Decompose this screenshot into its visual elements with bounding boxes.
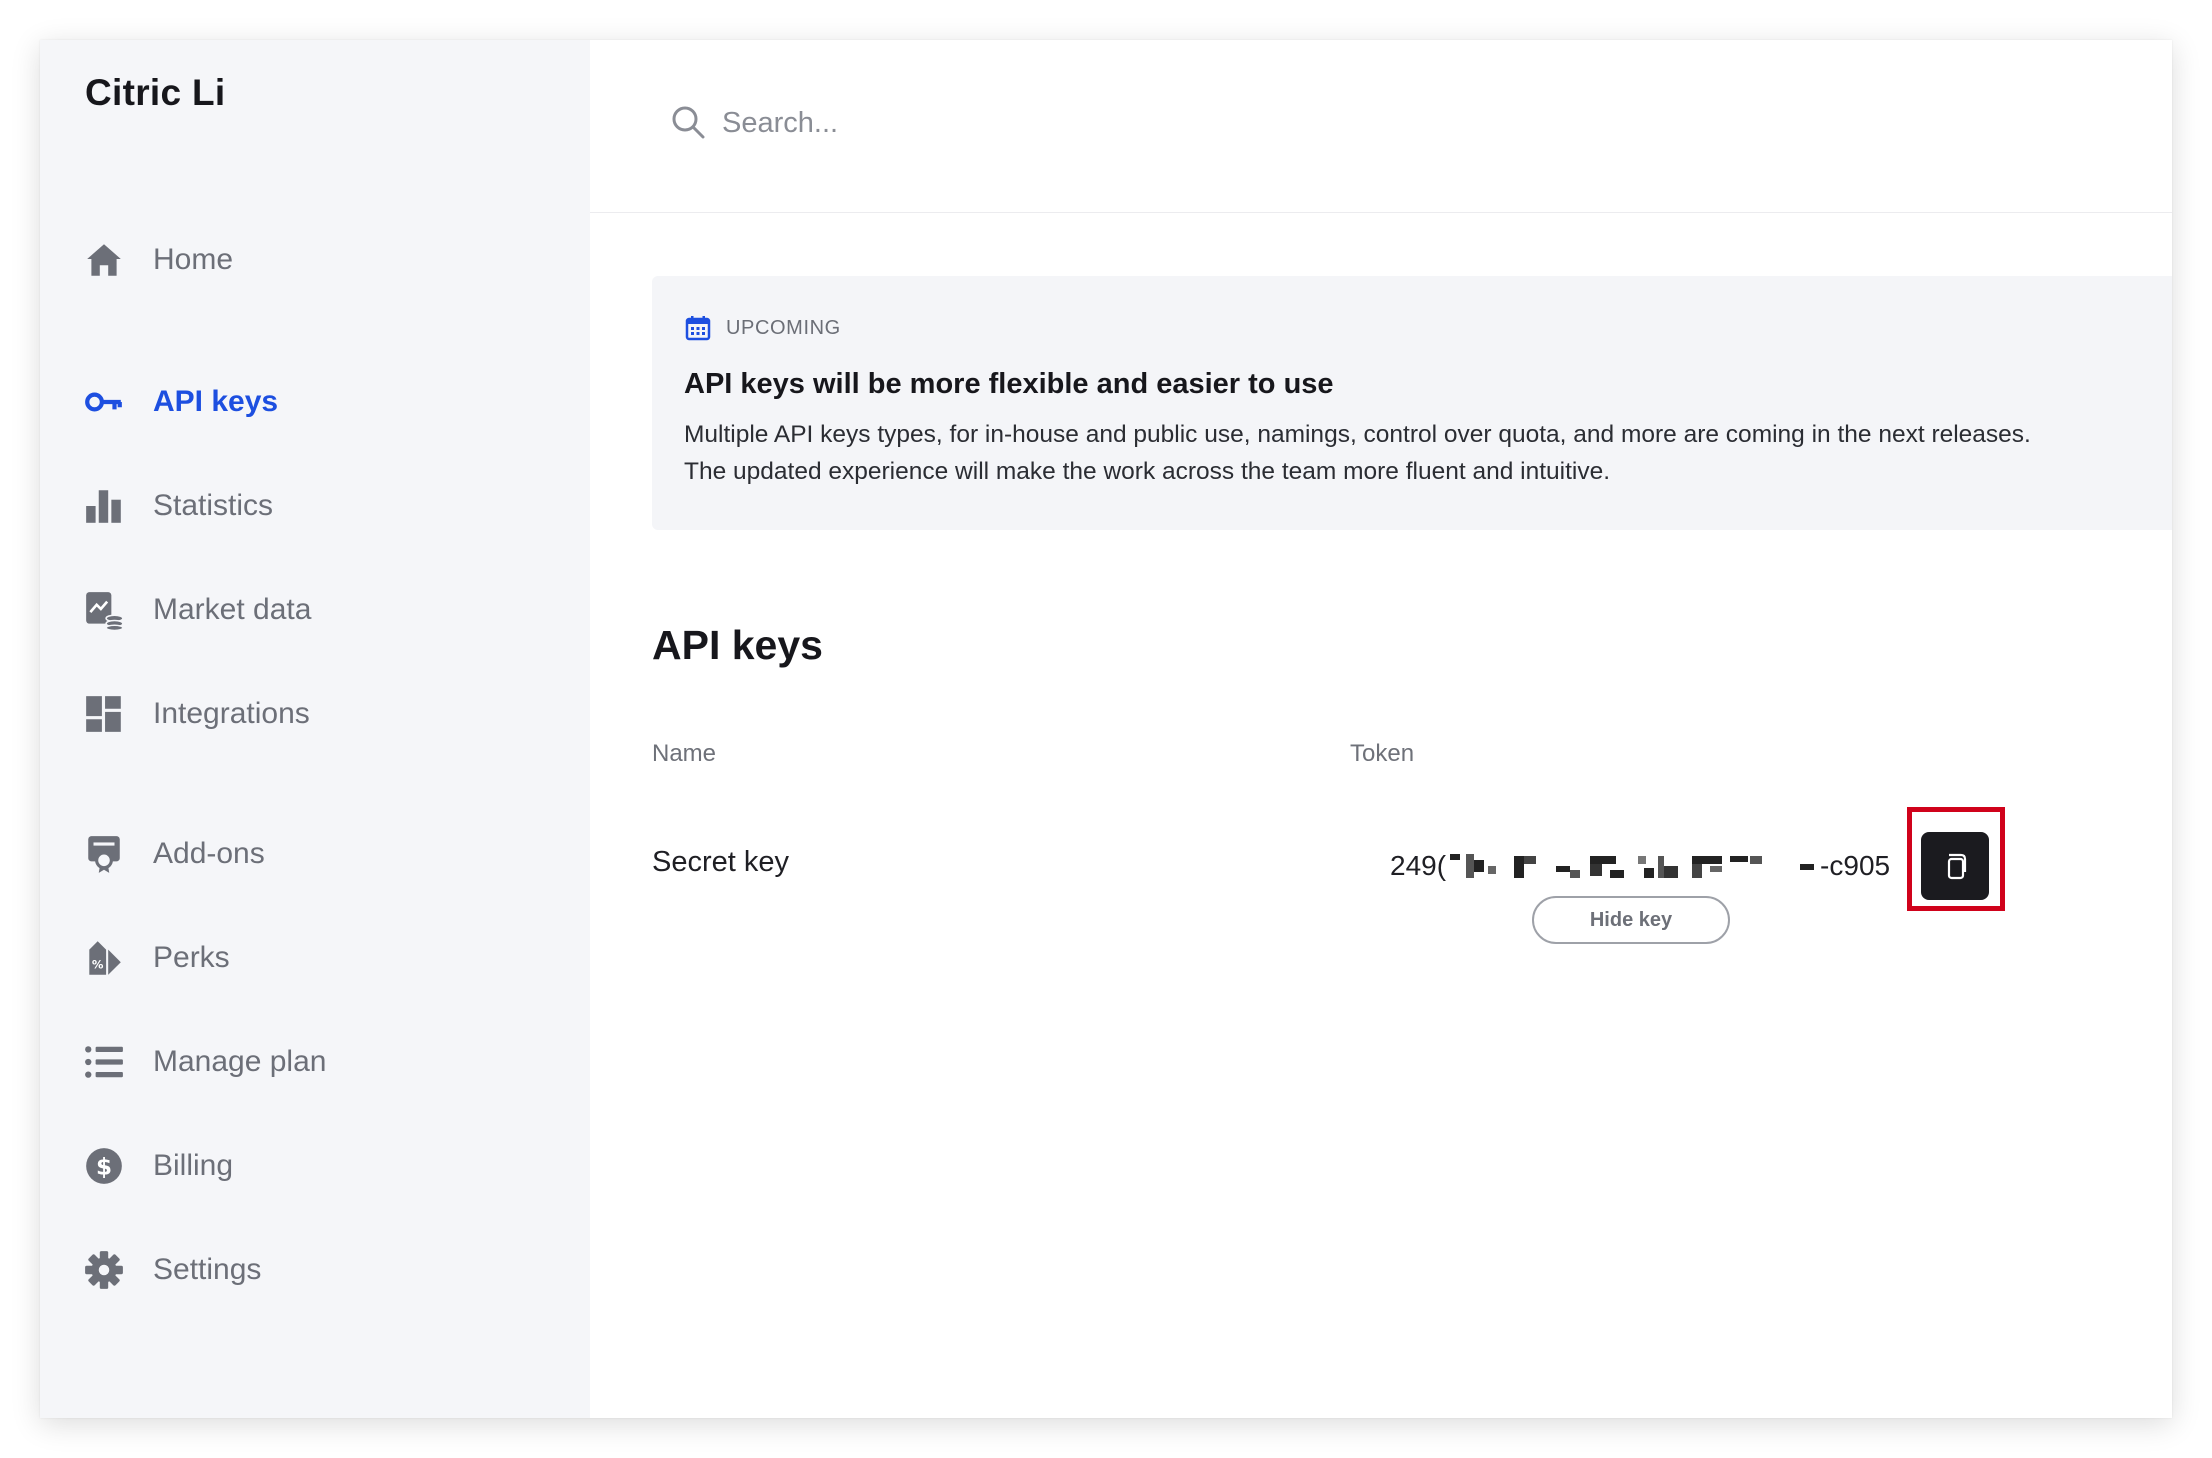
- dollar-icon: $: [82, 1144, 126, 1188]
- sidebar-item-label: Manage plan: [153, 1045, 327, 1078]
- sidebar-item-label: Billing: [153, 1149, 234, 1182]
- key-icon: [82, 380, 126, 424]
- sidebar-item-settings[interactable]: Settings: [82, 1240, 552, 1300]
- token-suffix: -c905: [1820, 850, 1891, 881]
- banner-tag: UPCOMING: [684, 314, 841, 342]
- banner-tag-label: UPCOMING: [726, 316, 841, 339]
- sidebar-item-label: Add-ons: [153, 837, 265, 870]
- search-icon: [672, 106, 705, 139]
- sidebar-item-label: Perks: [153, 941, 230, 974]
- sidebar-item-billing[interactable]: $ Billing: [82, 1136, 552, 1196]
- token-redaction-mosaic: [1448, 852, 1818, 880]
- search-bar: [590, 40, 2172, 213]
- sidebar-item-label: Market data: [153, 593, 312, 626]
- banner-description: Multiple API keys types, for in-house an…: [684, 416, 2172, 490]
- column-header-token: Token: [1350, 740, 1415, 767]
- banner-description-line: The updated experience will make the wor…: [684, 458, 1611, 485]
- home-icon: [82, 238, 126, 282]
- copy-icon: [1947, 853, 1967, 880]
- sidebar: Citric Li Home API keys Statistics Marke…: [40, 40, 590, 1418]
- sidebar-item-market-data[interactable]: Market data: [82, 580, 552, 640]
- integrations-grid-icon: [82, 692, 126, 736]
- sidebar-item-label: Statistics: [153, 489, 274, 522]
- sidebar-item-label: Integrations: [153, 697, 310, 730]
- banner-description-line: Multiple API keys types, for in-house an…: [684, 421, 2031, 448]
- add-ons-icon: [82, 832, 126, 876]
- sidebar-item-api-keys[interactable]: API keys: [82, 372, 552, 432]
- hide-key-button[interactable]: Hide key: [1532, 896, 1730, 944]
- brand-logo[interactable]: Citric Li: [85, 72, 225, 114]
- sidebar-item-home[interactable]: Home: [82, 230, 552, 290]
- sidebar-item-integrations[interactable]: Integrations: [82, 684, 552, 744]
- gear-icon: [82, 1248, 126, 1292]
- token-prefix: 249(: [1390, 850, 1447, 881]
- page-title: API keys: [652, 622, 823, 668]
- search-input[interactable]: [720, 98, 1424, 148]
- main-content: UPCOMING API keys will be more flexible …: [590, 40, 2172, 1418]
- svg-text:$: $: [96, 1154, 112, 1180]
- app-window: Citric Li Home API keys Statistics Marke…: [40, 40, 2172, 1418]
- sidebar-item-statistics[interactable]: Statistics: [82, 476, 552, 536]
- upcoming-banner: UPCOMING API keys will be more flexible …: [652, 276, 2172, 530]
- api-key-name: Secret key: [652, 846, 789, 878]
- sidebar-item-add-ons[interactable]: Add-ons: [82, 824, 552, 884]
- bar-chart-icon: [82, 484, 126, 528]
- api-key-token[interactable]: 249(-c905: [1390, 846, 1890, 886]
- svg-text:%: %: [92, 958, 104, 972]
- sidebar-item-label: API keys: [153, 385, 279, 418]
- calendar-icon: [685, 316, 711, 341]
- sidebar-item-manage-plan[interactable]: Manage plan: [82, 1032, 552, 1092]
- banner-title: API keys will be more flexible and easie…: [684, 368, 1334, 400]
- list-icon: [82, 1040, 126, 1084]
- perks-tag-icon: %: [82, 936, 126, 980]
- column-header-name: Name: [652, 740, 717, 767]
- sidebar-item-perks[interactable]: % Perks: [82, 928, 552, 988]
- sidebar-item-label: Settings: [153, 1253, 262, 1286]
- sidebar-item-label: Home: [153, 243, 234, 276]
- market-data-icon: [82, 588, 126, 632]
- copy-token-button[interactable]: [1921, 832, 1989, 900]
